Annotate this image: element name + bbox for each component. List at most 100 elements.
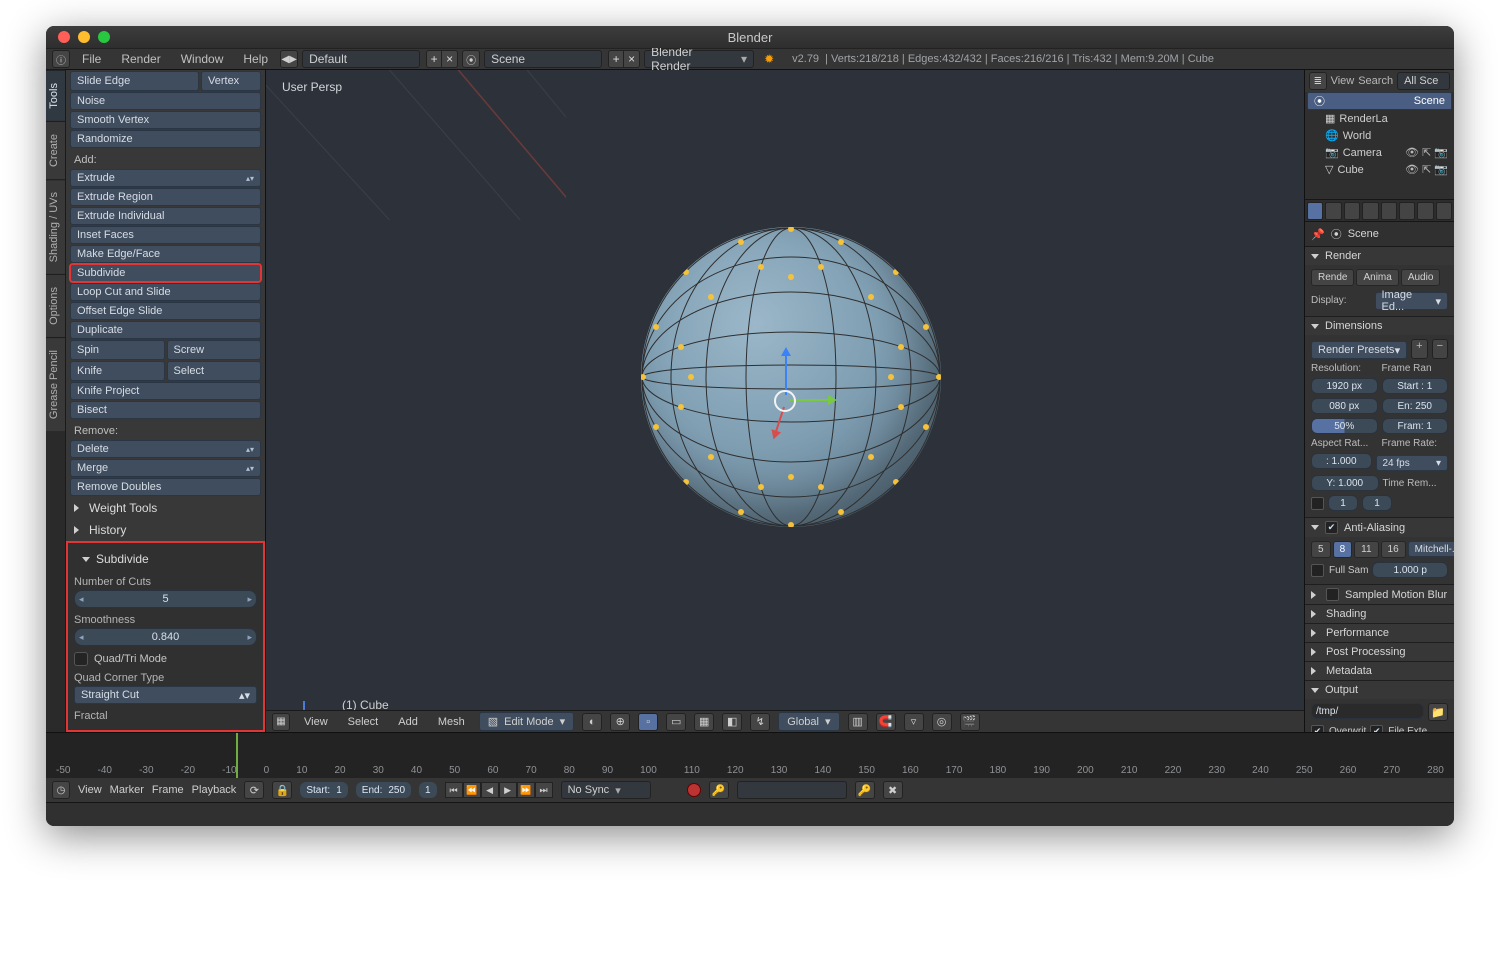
pin-icon[interactable]: 📌 xyxy=(1311,228,1325,241)
spin-button[interactable]: Spin xyxy=(70,340,165,360)
material-tab-icon[interactable] xyxy=(1436,202,1452,220)
screen-layout-dropdown[interactable]: Default xyxy=(302,50,420,68)
frame-start-input[interactable]: Start : 1 xyxy=(1382,378,1449,394)
render-tab-icon[interactable] xyxy=(1307,202,1323,220)
metadata-panel-header[interactable]: Metadata xyxy=(1305,662,1454,680)
performance-panel-header[interactable]: Performance xyxy=(1305,624,1454,642)
info-editor-icon[interactable]: ⓘ xyxy=(52,50,70,68)
tl-menu-playback[interactable]: Playback xyxy=(192,784,237,796)
inset-faces-button[interactable]: Inset Faces xyxy=(70,226,261,244)
aa-16[interactable]: 16 xyxy=(1381,541,1406,558)
aa-filter-select[interactable]: Mitchell-...▾ xyxy=(1408,541,1454,557)
tl-menu-frame[interactable]: Frame xyxy=(152,784,184,796)
extrude-individual-button[interactable]: Extrude Individual xyxy=(70,207,261,225)
dimensions-panel-header[interactable]: Dimensions xyxy=(1305,317,1454,335)
manipulator-toggle-icon[interactable]: ↯ xyxy=(750,713,770,731)
keying-set-icon[interactable]: 🔑 xyxy=(709,781,729,799)
offset-edge-slide-button[interactable]: Offset Edge Slide xyxy=(70,302,261,320)
frame-step-input[interactable]: Fram: 1 xyxy=(1382,418,1449,434)
renderlayers-tab-icon[interactable] xyxy=(1325,202,1341,220)
quad-tri-checkbox[interactable]: Quad/Tri Mode xyxy=(74,652,257,666)
keyframe-prev-icon[interactable]: ⏪ xyxy=(463,782,481,798)
overwrite-checkbox[interactable] xyxy=(1311,725,1324,732)
remove-doubles-button[interactable]: Remove Doubles xyxy=(70,478,261,496)
menu-help[interactable]: Help xyxy=(235,50,276,68)
aa-5[interactable]: 5 xyxy=(1311,541,1331,558)
output-path-input[interactable]: /tmp/ xyxy=(1311,703,1424,719)
vp-menu-mesh[interactable]: Mesh xyxy=(432,714,471,730)
vp-menu-select[interactable]: Select xyxy=(342,714,385,730)
outliner-item[interactable]: 🌐World xyxy=(1305,127,1454,144)
duplicate-button[interactable]: Duplicate xyxy=(70,321,261,339)
snap-element-icon[interactable]: ▿ xyxy=(904,713,924,731)
slide-edge-button[interactable]: Slide Edge xyxy=(70,71,199,91)
loop-cut-button[interactable]: Loop Cut and Slide xyxy=(70,283,261,301)
opengl-render-icon[interactable]: 🎬 xyxy=(960,713,980,731)
merge-button[interactable]: Merge▴▾ xyxy=(70,459,261,477)
knife-project-button[interactable]: Knife Project xyxy=(70,382,261,400)
limit-selection-icon[interactable]: ◧ xyxy=(722,713,742,731)
outliner-editor-icon[interactable]: ≣ xyxy=(1309,72,1327,90)
outliner-item[interactable]: 📷Camera👁 ⇱ 📷 xyxy=(1305,144,1454,161)
remap-new-input[interactable]: 1 xyxy=(1362,495,1392,511)
menu-file[interactable]: File xyxy=(74,50,109,68)
aa-11[interactable]: 11 xyxy=(1354,541,1378,558)
tab-grease-pencil[interactable]: Grease Pencil xyxy=(46,337,65,431)
jump-start-icon[interactable]: ⏮ xyxy=(445,782,463,798)
extrude-dropdown[interactable]: Extrude▴▾ xyxy=(70,169,261,187)
menu-render[interactable]: Render xyxy=(113,50,168,68)
outliner-search[interactable]: Search xyxy=(1358,75,1393,87)
weight-tools-section[interactable]: Weight Tools xyxy=(66,497,265,519)
tab-create[interactable]: Create xyxy=(46,121,65,179)
filter-size-input[interactable]: 1.000 p xyxy=(1372,562,1448,578)
res-x-input[interactable]: 1920 px xyxy=(1311,378,1378,394)
aa-enable-checkbox[interactable]: ✔ xyxy=(1325,521,1338,534)
tab-tools[interactable]: Tools xyxy=(46,70,65,121)
frame-start-field[interactable]: Start:1 xyxy=(300,782,347,798)
screw-button[interactable]: Screw xyxy=(167,340,262,360)
frame-end-input[interactable]: En: 250 xyxy=(1382,398,1449,414)
auto-keyframe-icon[interactable] xyxy=(687,783,701,797)
edge-select-mode-icon[interactable]: ▭ xyxy=(666,713,686,731)
jump-end-icon[interactable]: ⏭ xyxy=(535,782,553,798)
border-checkbox[interactable] xyxy=(1311,497,1324,510)
smoothness-input[interactable]: ◂0.840▸ xyxy=(74,628,257,646)
layers-icon[interactable]: ▥ xyxy=(848,713,868,731)
motion-blur-panel-header[interactable]: Sampled Motion Blur xyxy=(1305,585,1454,604)
render-anim-button[interactable]: Anima xyxy=(1356,269,1398,286)
visibility-icon[interactable]: 👁 ⇱ 📷 xyxy=(1405,163,1448,176)
aspect-y-input[interactable]: Y: 1.000 xyxy=(1311,475,1379,491)
outliner-item[interactable]: ▦RenderLa xyxy=(1305,110,1454,127)
menu-window[interactable]: Window xyxy=(173,50,232,68)
fps-select[interactable]: 24 fps▾ xyxy=(1376,455,1449,471)
render-engine-dropdown[interactable]: Blender Render▾ xyxy=(644,50,754,68)
scene-tab-icon[interactable] xyxy=(1344,202,1360,220)
randomize-button[interactable]: Randomize xyxy=(70,130,261,148)
vertex-button[interactable]: Vertex xyxy=(201,71,261,91)
res-y-input[interactable]: 080 px xyxy=(1311,398,1378,414)
aspect-x-input[interactable]: : 1.000 xyxy=(1311,453,1372,469)
knife-select-button[interactable]: Select xyxy=(167,361,262,381)
gizmo-center[interactable] xyxy=(774,390,796,412)
orientation-select[interactable]: Global▾ xyxy=(778,712,839,731)
mesh-object-sphere[interactable] xyxy=(641,227,941,527)
render-presets-select[interactable]: Render Presets▾ xyxy=(1311,341,1407,359)
scene-icon[interactable]: ⦿ xyxy=(462,50,480,68)
layout-remove-icon[interactable]: × xyxy=(442,50,458,68)
data-tab-icon[interactable] xyxy=(1417,202,1433,220)
render-display-select[interactable]: Image Ed...▾ xyxy=(1375,292,1449,310)
aa-panel-header[interactable]: ✔Anti-Aliasing xyxy=(1305,518,1454,537)
viewport-editor-icon[interactable]: ▦ xyxy=(272,713,290,731)
output-panel-header[interactable]: Output xyxy=(1305,681,1454,699)
back-icon[interactable]: ◀▶ xyxy=(280,50,298,68)
outliner-view[interactable]: View xyxy=(1331,75,1355,87)
render-image-button[interactable]: Rende xyxy=(1311,269,1354,286)
tab-options[interactable]: Options xyxy=(46,274,65,337)
snap-toggle-icon[interactable]: 🧲 xyxy=(876,713,896,731)
shading-panel-header[interactable]: Shading xyxy=(1305,605,1454,623)
keyframe-next-icon[interactable]: ⏩ xyxy=(517,782,535,798)
outliner-item[interactable]: ▽Cube👁 ⇱ 📷 xyxy=(1305,161,1454,178)
world-tab-icon[interactable] xyxy=(1362,202,1378,220)
quad-corner-select[interactable]: Straight Cut▴▾ xyxy=(74,686,257,704)
tl-menu-marker[interactable]: Marker xyxy=(110,784,144,796)
